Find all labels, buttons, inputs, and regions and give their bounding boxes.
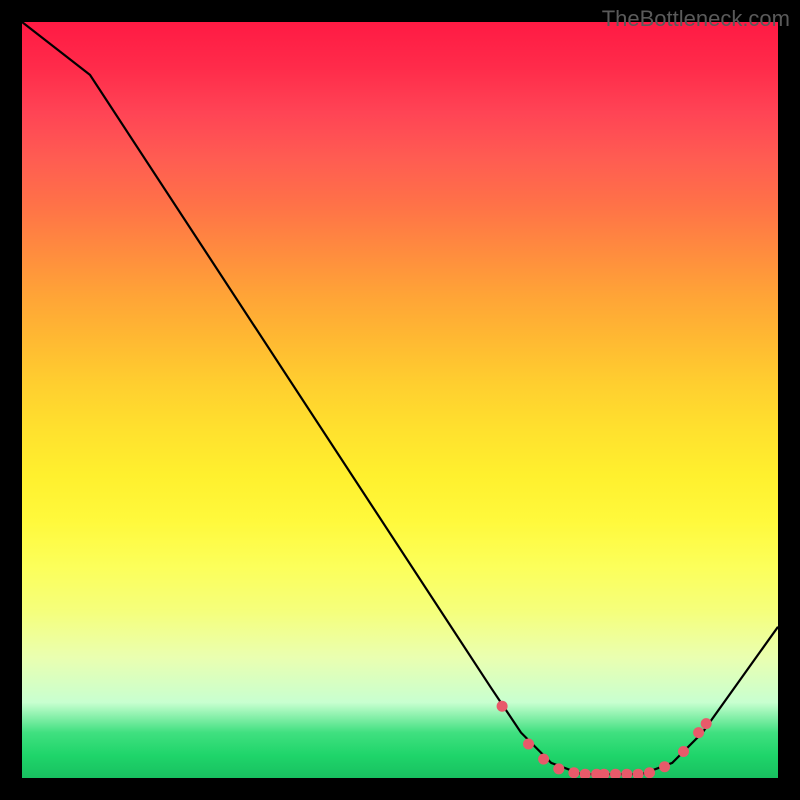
data-point	[659, 761, 670, 772]
chart-svg	[22, 22, 778, 778]
plot-area	[22, 22, 778, 778]
data-point	[633, 769, 644, 778]
marker-group	[497, 701, 712, 778]
data-point	[580, 769, 591, 778]
data-point	[678, 746, 689, 757]
data-point	[693, 727, 704, 738]
watermark-text: TheBottleneck.com	[602, 6, 790, 32]
data-point	[523, 739, 534, 750]
data-point	[553, 763, 564, 774]
data-point	[497, 701, 508, 712]
data-point	[644, 767, 655, 778]
data-point	[610, 769, 621, 778]
data-point	[701, 718, 712, 729]
bottleneck-curve	[22, 22, 778, 774]
data-point	[538, 754, 549, 765]
data-point	[568, 767, 579, 778]
data-point	[621, 769, 632, 778]
